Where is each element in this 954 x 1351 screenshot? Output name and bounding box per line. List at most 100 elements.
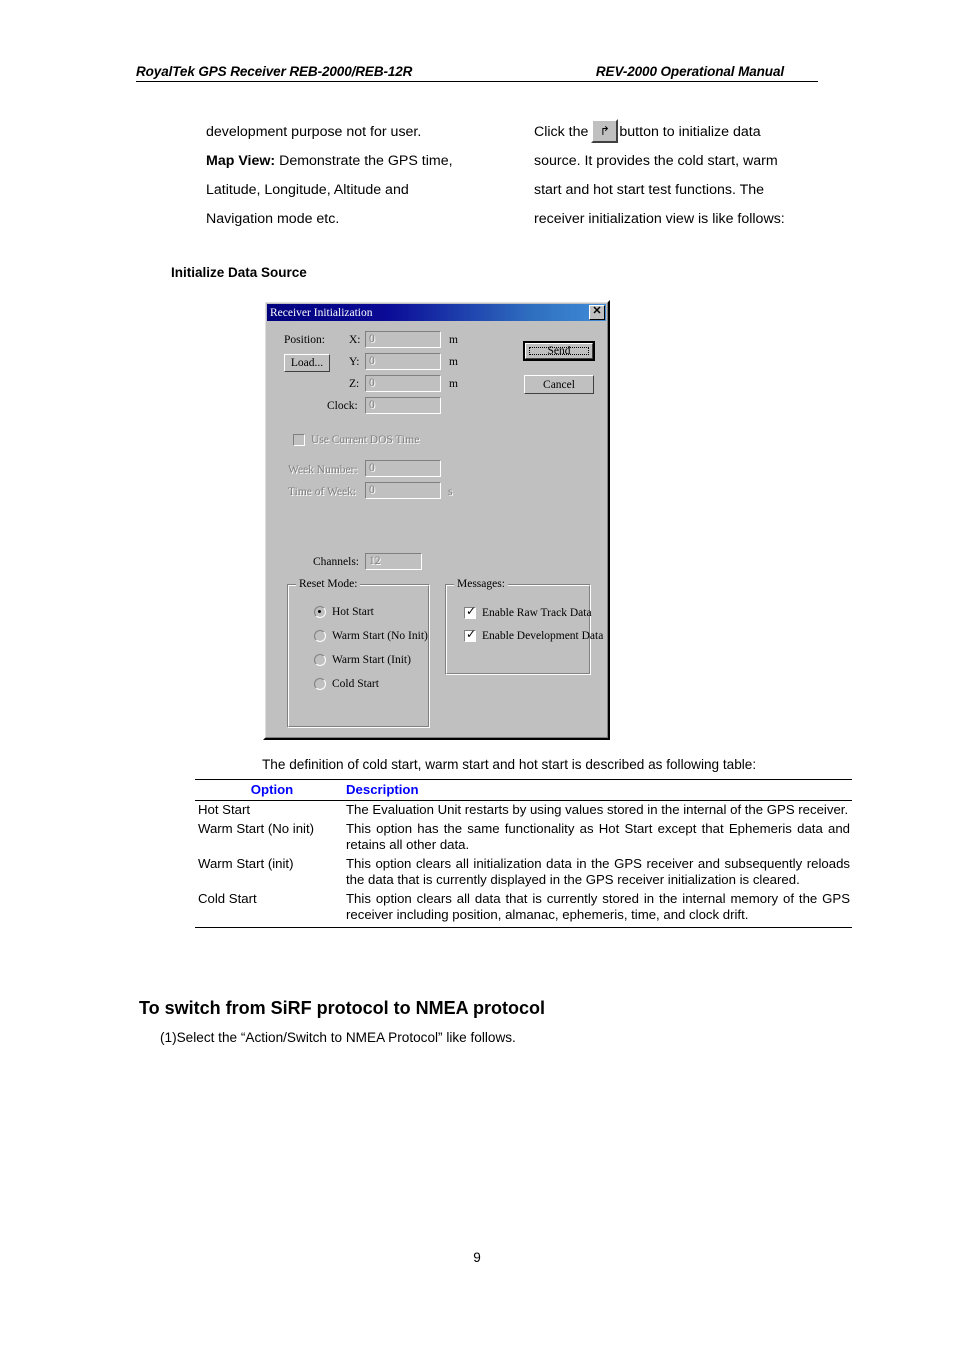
intro-left-line-1: development purpose not for user. — [206, 124, 422, 140]
load-button[interactable]: Load... — [284, 354, 330, 372]
enable-development-data-label: Enable Development Data — [482, 630, 604, 642]
table-caption: The definition of cold start, warm start… — [262, 757, 757, 772]
intro-map-view-line: Map View: Demonstrate the GPS time, — [206, 147, 506, 176]
column-header-description: Description — [346, 779, 852, 801]
use-current-dos-time-label: Use Current DOS Time — [311, 434, 420, 446]
radio-icon — [314, 606, 326, 618]
radio-icon — [314, 678, 326, 690]
radio-icon — [314, 654, 326, 666]
cancel-button-label: Cancel — [543, 378, 575, 391]
radio-selected-dot — [318, 610, 321, 613]
row-option: Warm Start (init) — [198, 855, 294, 871]
page-running-header: RoyalTek GPS Receiver REB-2000/REB-12R R… — [136, 64, 818, 82]
position-label: Position: — [284, 334, 325, 346]
x-label: X: — [349, 334, 361, 346]
intro-left-line-4: Navigation mode etc. — [206, 211, 340, 227]
send-button[interactable]: Send — [523, 341, 595, 361]
arrow-into-box-glyph: ↱ — [599, 124, 610, 138]
radio-warm-start-init[interactable]: Warm Start (Init) — [314, 654, 411, 666]
row-description: This option clears all data that is curr… — [346, 889, 852, 928]
intro-right-line-4: receiver initialization view is like fol… — [534, 211, 785, 227]
channels-input[interactable]: 12 — [365, 553, 422, 570]
radio-icon — [314, 630, 326, 642]
z-unit: m — [449, 378, 458, 390]
reset-mode-title: Reset Mode: — [296, 578, 361, 590]
send-button-focus-ring: Send — [529, 345, 589, 357]
z-input[interactable]: 0 — [365, 375, 441, 392]
messages-title: Messages: — [454, 578, 508, 590]
time-of-week-unit: s — [448, 486, 453, 498]
radio-cold-start[interactable]: Cold Start — [314, 678, 379, 690]
section-step-1: (1)Select the “Action/Switch to NMEA Pro… — [160, 1030, 516, 1045]
header-left-title: RoyalTek GPS Receiver REB-2000/REB-12R — [136, 64, 413, 79]
time-of-week-input[interactable]: 0 — [365, 482, 441, 499]
x-input[interactable]: 0 — [365, 331, 441, 348]
initialize-data-source-icon: ↱ — [591, 119, 619, 143]
intro-right-line-3: start and hot start test functions. The — [534, 182, 765, 198]
page-number: 9 — [473, 1250, 481, 1265]
y-label: Y: — [349, 356, 360, 368]
load-button-label: Load... — [290, 357, 324, 369]
table-row: Cold Start This option clears all data t… — [195, 889, 852, 928]
clock-input[interactable]: 0 — [365, 397, 441, 414]
radio-cold-start-label: Cold Start — [332, 678, 379, 690]
radio-hot-start[interactable]: Hot Start — [314, 606, 374, 618]
row-description: The Evaluation Unit restarts by using va… — [346, 802, 849, 817]
table-row: Warm Start (No init) This option has the… — [195, 820, 852, 855]
row-option: Hot Start — [198, 802, 251, 817]
radio-warm-start-no-init-label: Warm Start (No Init) — [332, 630, 428, 642]
intro-right-line-1: Click the ↱ button to initialize data — [534, 118, 826, 147]
intro-left-column: development purpose not for user. Map Vi… — [206, 118, 506, 234]
row-description: This option clears all initialization da… — [346, 855, 850, 888]
column-header-option: Option — [195, 779, 346, 801]
receiver-initialization-dialog: Receiver Initialization ✕ Position: Load… — [263, 300, 610, 740]
header-right-title: REV-2000 Operational Manual — [595, 64, 784, 79]
checkbox-enable-development-data[interactable]: ✓ Enable Development Data — [464, 627, 604, 642]
table-body: Hot Start The Evaluation Unit restarts b… — [195, 801, 852, 928]
checkbox-icon — [293, 434, 305, 446]
z-label: Z: — [349, 378, 360, 390]
dialog-body: Position: Load... X: 0 m Y: 0 m Z: 0 m C… — [265, 321, 608, 738]
start-modes-table: Option Description Hot Start The Evaluat… — [195, 779, 852, 928]
send-button-inner: Send — [525, 343, 593, 359]
intro-right-column: Click the ↱ button to initialize data sour… — [534, 118, 826, 234]
time-of-week-label: Time of Week: — [288, 486, 357, 498]
button-to-initialize-text: button to initialize data — [619, 124, 761, 140]
table-header-row: Option Description — [195, 779, 852, 801]
check-mark-icon: ✓ — [466, 604, 477, 618]
week-number-input[interactable]: 0 — [365, 460, 441, 477]
y-input[interactable]: 0 — [365, 353, 441, 370]
row-option: Cold Start — [195, 889, 346, 928]
clock-label: Clock: — [327, 400, 358, 412]
intro-left-line-3: Latitude, Longitude, Altitude and — [206, 182, 409, 198]
reset-mode-groupbox: Reset Mode: Hot Start Warm Start (No Ini… — [287, 578, 430, 728]
table-row: Warm Start (init) This option clears all… — [195, 855, 852, 890]
radio-hot-start-label: Hot Start — [332, 606, 374, 618]
dialog-title: Receiver Initialization — [270, 306, 373, 319]
initialize-data-source-heading: Initialize Data Source — [171, 265, 307, 280]
dialog-titlebar[interactable]: Receiver Initialization ✕ — [267, 304, 606, 321]
cancel-button[interactable]: Cancel — [524, 375, 594, 394]
radio-warm-start-no-init[interactable]: Warm Start (No Init) — [314, 630, 428, 642]
radio-warm-start-init-label: Warm Start (Init) — [332, 654, 411, 666]
table-row: Hot Start The Evaluation Unit restarts b… — [195, 801, 852, 820]
check-mark-icon: ✓ — [466, 627, 477, 641]
row-description: This option has the same functionality a… — [346, 820, 850, 853]
close-icon[interactable]: ✕ — [589, 305, 605, 320]
checkbox-enable-raw-track-data[interactable]: ✓ Enable Raw Track Data — [464, 604, 592, 619]
table-head: Option Description — [195, 779, 852, 801]
map-view-label: Map View: — [206, 153, 276, 169]
week-number-label: Week Number: — [288, 464, 358, 476]
row-option: Warm Start (No init) — [198, 820, 315, 836]
messages-groupbox: Messages: ✓ Enable Raw Track Data ✓ Enab… — [445, 578, 603, 675]
use-current-dos-time-checkbox[interactable]: Use Current DOS Time — [293, 434, 419, 446]
intro-right-line-2: source. It provides the cold start, warm — [534, 153, 778, 169]
enable-raw-track-data-label: Enable Raw Track Data — [482, 607, 592, 619]
y-unit: m — [449, 356, 458, 368]
checkbox-icon: ✓ — [464, 604, 477, 619]
channels-label: Channels: — [313, 556, 359, 568]
checkbox-icon: ✓ — [464, 627, 477, 642]
click-the-text: Click the — [534, 124, 589, 140]
section-heading-switch-protocol: To switch from SiRF protocol to NMEA pro… — [139, 998, 545, 1018]
map-view-text: Demonstrate the GPS time, — [275, 153, 453, 169]
